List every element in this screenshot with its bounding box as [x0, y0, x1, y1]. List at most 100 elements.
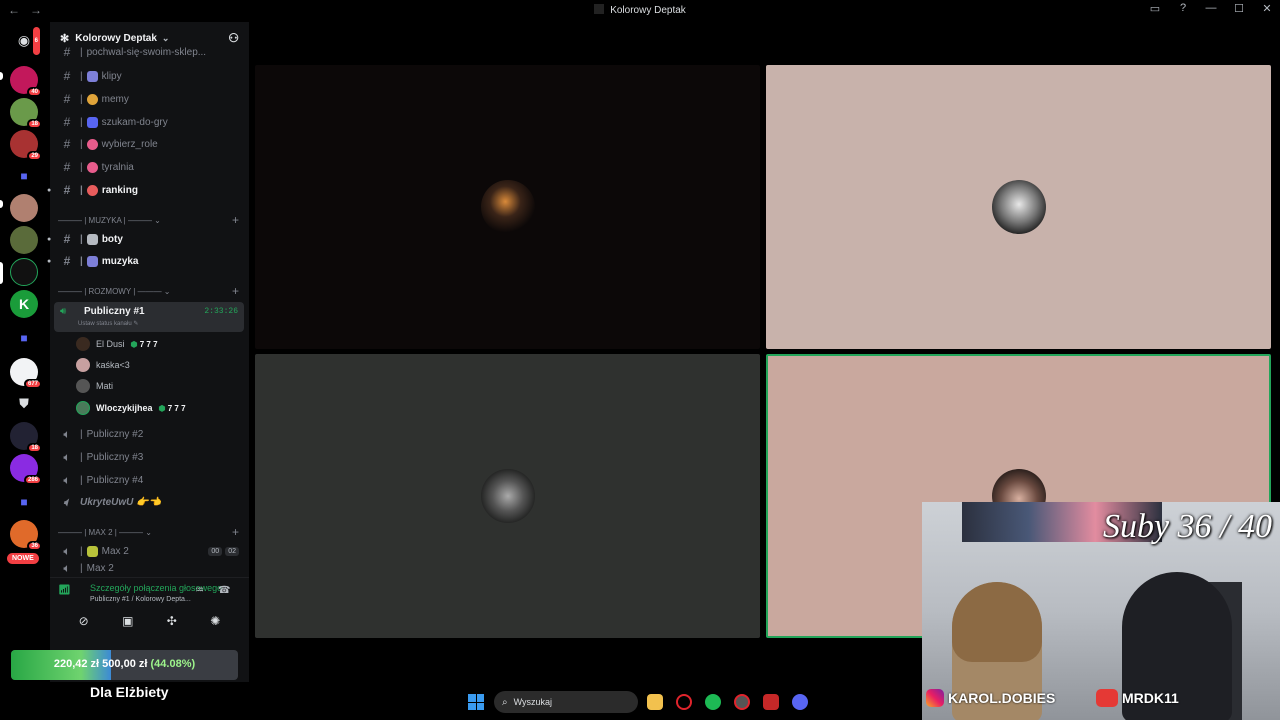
close-button[interactable]: ✕	[1260, 2, 1274, 15]
soundboard-icon[interactable]: ✺	[210, 614, 220, 628]
donation-percent: (44.08%)	[150, 658, 196, 670]
channel-status[interactable]: Ustaw status kanału ✎	[78, 320, 138, 327]
donation-goal: 500,00 zł	[102, 658, 148, 670]
server-icon-4[interactable]	[10, 194, 38, 222]
channel-name: szukam-do-gry	[101, 116, 168, 128]
kick-server-icon[interactable]: K	[10, 290, 38, 318]
screen-share-icon[interactable]: ▣	[122, 614, 133, 628]
spotify-icon[interactable]	[705, 694, 721, 710]
obs-icon[interactable]	[734, 694, 750, 710]
channel-ranking[interactable]: ● # | ranking	[47, 180, 249, 200]
channel-muzyka[interactable]: ● # | muzyka	[47, 251, 249, 271]
category-rozmowy[interactable]: ——— | ROZMOWY | ——— ⌄ +	[58, 284, 243, 298]
voice-channel-max-2[interactable]: 🔈︎ | Max 2 00 02	[50, 541, 249, 561]
youtube-icon	[1096, 689, 1118, 707]
gamepad-icon	[86, 116, 98, 128]
minimize-button[interactable]: —	[1204, 2, 1218, 15]
voice-member[interactable]: kaśka<3	[76, 356, 130, 374]
channel-klipy[interactable]: # | klipy	[50, 66, 249, 86]
server-icon-1[interactable]: 40	[10, 66, 42, 97]
avatar	[76, 337, 90, 351]
channel-szukam-do-gry[interactable]: # | szukam-do-gry	[50, 112, 249, 132]
voice-channel-publiczny-4[interactable]: 🔈︎ | Publiczny #4	[50, 470, 249, 490]
channel-name: UkryteUwU 👉👈	[80, 496, 162, 508]
discord-home-icon[interactable]: ◉ 6	[10, 25, 42, 57]
category-label: ——— | ROZMOWY | ——— ⌄	[58, 286, 171, 296]
server-settings-icon[interactable]: ✻	[60, 32, 69, 45]
server-icon-8[interactable]: 286	[10, 454, 42, 485]
help-button[interactable]: ?	[1176, 2, 1190, 15]
speaker-icon: 🔈︎	[63, 494, 71, 509]
hash-icon: #	[63, 46, 71, 58]
donation-label: Dla Elżbiety	[90, 684, 169, 700]
voice-member[interactable]: Wloczykijhea ⬢ 7 7 7	[76, 399, 186, 417]
taskbar-search[interactable]: ⌕ Wyszukaj	[494, 691, 638, 713]
discord-icon[interactable]	[792, 694, 808, 710]
channel-name: boty	[101, 233, 123, 245]
channel-memy[interactable]: # | memy	[50, 89, 249, 109]
avatar	[76, 401, 90, 415]
server-badge: 286	[23, 475, 42, 485]
camera-off-icon[interactable]: ⊘	[79, 614, 89, 628]
hash-icon: #	[63, 92, 71, 106]
folder-icon[interactable]: ■	[10, 488, 38, 516]
disconnect-icon[interactable]: ☎︎	[218, 585, 230, 596]
voice-channel-max-2-b[interactable]: 🔈︎ | Max 2	[50, 563, 249, 573]
channel-emoji-icon	[86, 93, 98, 105]
server-icon-3[interactable]: 29	[10, 130, 42, 161]
new-badge[interactable]: NOWE	[7, 553, 39, 564]
speaker-icon: 🔊︎	[60, 306, 67, 317]
activities-icon[interactable]: ✣	[167, 614, 177, 628]
folder-icon[interactable]: ■	[10, 162, 38, 190]
server-icon-7[interactable]: 18	[10, 422, 42, 453]
add-channel-icon[interactable]: +	[232, 525, 239, 539]
noise-suppression-icon[interactable]: ♒︎	[195, 585, 204, 596]
voice-channel-active[interactable]: 🔊︎ Publiczny #1 2:33:26 Ustaw status kan…	[54, 302, 244, 332]
speaker-icon: 🔈︎	[63, 449, 71, 464]
user-limit: 00 02	[208, 546, 239, 556]
voice-channel-hidden[interactable]: 🔈︎ UkryteUwU 👉👈	[50, 492, 249, 512]
voice-connection-title[interactable]: Szczegóły połączenia głosowego	[90, 583, 238, 593]
shield-icon[interactable]	[763, 694, 779, 710]
active-pill	[0, 262, 3, 284]
voice-channel-publiczny-2[interactable]: 🔈︎ | Publiczny #2	[50, 424, 249, 444]
user-limit-value: 02	[225, 546, 239, 556]
kolorowy-deptak-server-icon[interactable]	[10, 258, 38, 286]
participant-tile[interactable]	[255, 65, 760, 349]
voice-member[interactable]: Mati	[76, 377, 113, 395]
invite-icon[interactable]: ⚇	[228, 31, 239, 45]
youtube-text: MRDK11	[1122, 690, 1179, 706]
fox-server-icon[interactable]: ⛊	[10, 390, 38, 418]
channel-name: Publiczny #4	[86, 474, 144, 486]
windows-start-icon[interactable]	[468, 694, 484, 710]
channel-wybierz-role[interactable]: # | wybierz_role	[50, 134, 249, 154]
windows-taskbar: ⌕ Wyszukaj	[249, 685, 922, 720]
server-icon-9[interactable]: 36	[10, 520, 42, 551]
user-count: 00	[208, 546, 223, 556]
participant-tile[interactable]	[255, 354, 760, 638]
add-channel-icon[interactable]: +	[232, 213, 239, 227]
channel-tyralnia[interactable]: # | tyralnia	[50, 157, 249, 177]
voice-connection-subtitle[interactable]: Publiczny #1 / Kolorowy Depta...	[90, 596, 191, 603]
channel-boty[interactable]: ● # | boty	[47, 229, 249, 249]
category-max[interactable]: ——— | MAX 2 | ——— ⌄ +	[58, 525, 243, 539]
member-name: Mati	[96, 381, 114, 391]
participant-tile[interactable]	[766, 65, 1271, 349]
file-explorer-icon[interactable]	[647, 694, 663, 710]
home-badge: 6	[30, 25, 42, 57]
voice-channel-publiczny-3[interactable]: 🔈︎ | Publiczny #3	[50, 447, 249, 467]
member-tag-text: 7 7 7	[167, 403, 186, 413]
category-muzyka[interactable]: ——— | MUZYKA | ——— ⌄ +	[58, 213, 243, 227]
add-channel-icon[interactable]: +	[232, 284, 239, 298]
opera-icon[interactable]	[676, 694, 692, 710]
channel-name: pochwal-się-swoim-sklep...	[86, 46, 207, 58]
folder-icon[interactable]: ■	[10, 324, 38, 352]
voice-member[interactable]: El Dusi ⬢ 7 7 7	[76, 335, 158, 353]
channel-partial[interactable]: # | pochwal-się-swoim-sklep...	[50, 46, 249, 58]
server-icon-5[interactable]	[10, 226, 38, 254]
server-icon-6[interactable]: 677	[10, 358, 42, 389]
inbox-button[interactable]: ▭	[1148, 2, 1162, 15]
server-icon-2[interactable]: 18	[10, 98, 42, 129]
hash-icon: #	[63, 160, 71, 174]
maximize-button[interactable]: ☐	[1232, 2, 1246, 15]
